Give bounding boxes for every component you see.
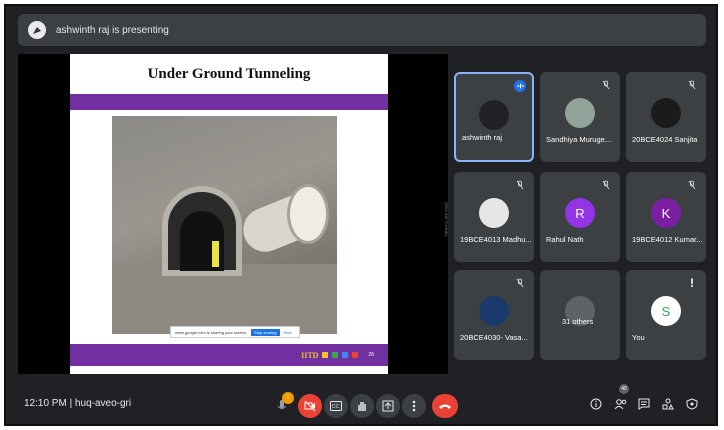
participant-avatar: S <box>651 296 681 326</box>
end-call-button[interactable] <box>432 394 458 418</box>
participant-avatar: K <box>651 198 681 228</box>
participant-tile[interactable]: K 19BCE4012 Kumar... <box>626 172 706 262</box>
slide-watermark: GROUND TUNNEL <box>444 202 449 237</box>
slide-footer-bar: IITD 26 <box>70 344 388 366</box>
meet-window: ashwinth raj is presenting Under Ground … <box>4 4 718 426</box>
speaking-indicator-icon <box>514 80 526 92</box>
participant-name: Rahul Nath <box>546 235 584 244</box>
mic-muted-icon <box>516 180 524 192</box>
slide-page-number: 26 <box>368 352 374 358</box>
participant-tile[interactable]: ashwinth raj <box>454 72 534 162</box>
present-button[interactable] <box>376 394 400 418</box>
participant-tile[interactable]: 20BCE4030- Vasa... <box>454 270 534 360</box>
host-controls-icon[interactable] <box>686 398 698 413</box>
participant-avatar <box>479 198 509 228</box>
people-icon[interactable] <box>614 398 628 413</box>
control-bar: 12:10 PM | huq-aveo-gri ! CC 40 <box>6 384 720 424</box>
more-options-button[interactable] <box>402 394 426 418</box>
activities-icon[interactable] <box>662 398 674 413</box>
raise-hand-button[interactable] <box>350 394 374 418</box>
participant-tile[interactable]: R Rahul Nath <box>540 172 620 262</box>
presenter-bar[interactable]: ashwinth raj is presenting <box>18 14 706 46</box>
meeting-time-code: 12:10 PM | huq-aveo-gri <box>24 398 132 409</box>
sharing-toast: meet.google.com is sharing your screen. … <box>170 326 300 338</box>
mic-muted-icon <box>602 180 610 192</box>
camera-off-button[interactable] <box>298 394 322 418</box>
participant-count-badge: 40 <box>619 384 629 394</box>
slide-header-bar <box>70 94 388 110</box>
participant-name: You <box>632 333 645 342</box>
participant-tile[interactable]: S You! <box>626 270 706 360</box>
iitd-logo: IITD <box>301 350 319 360</box>
mic-muted-icon <box>516 278 524 290</box>
participant-tile[interactable]: Sandhiya Muruge... <box>540 72 620 162</box>
stop-sharing-button[interactable]: Stop sharing <box>251 328 280 336</box>
presenter-text: ashwinth raj is presenting <box>56 24 169 36</box>
svg-text:CC: CC <box>332 404 340 410</box>
participant-name: 20BCE4024 Sanjita <box>632 135 698 144</box>
hide-toast-button[interactable]: Hide <box>284 330 292 335</box>
mic-muted-icon <box>688 80 696 92</box>
info-icon[interactable] <box>590 398 602 413</box>
participant-avatar <box>565 98 595 128</box>
sharing-toast-text: meet.google.com is sharing your screen. <box>175 329 248 335</box>
participant-avatar <box>479 296 509 326</box>
participant-avatar <box>651 98 681 128</box>
participant-name: 19BCE4012 Kumar... <box>632 235 703 244</box>
participant-name: 31 others <box>562 317 594 326</box>
participant-name: Sandhiya Muruge... <box>546 135 612 144</box>
participant-name: ashwinth raj <box>462 133 503 142</box>
participant-avatar: R <box>565 198 595 228</box>
shared-screen[interactable]: Under Ground Tunneling meet.google.com i… <box>18 54 449 374</box>
alert-icon: ! <box>690 276 694 290</box>
mic-muted-icon <box>602 80 610 92</box>
captions-button[interactable]: CC <box>324 394 348 418</box>
participant-name: 20BCE4030- Vasa... <box>460 333 528 342</box>
chat-icon[interactable] <box>638 398 650 413</box>
participant-name: 19BCE4013 Madhu... <box>460 235 532 244</box>
participant-avatar <box>479 100 509 130</box>
participant-tile[interactable]: 31 others <box>540 270 620 360</box>
mic-warning-badge: ! <box>282 392 294 404</box>
presentation-slide: Under Ground Tunneling meet.google.com i… <box>70 54 388 374</box>
mic-muted-icon <box>688 180 696 192</box>
participant-tile[interactable]: 19BCE4013 Madhu... <box>454 172 534 262</box>
participant-tile[interactable]: 20BCE4024 Sanjita <box>626 72 706 162</box>
tunnel-photo <box>112 116 337 334</box>
presenter-avatar <box>28 21 46 39</box>
slide-title: Under Ground Tunneling <box>147 66 311 82</box>
